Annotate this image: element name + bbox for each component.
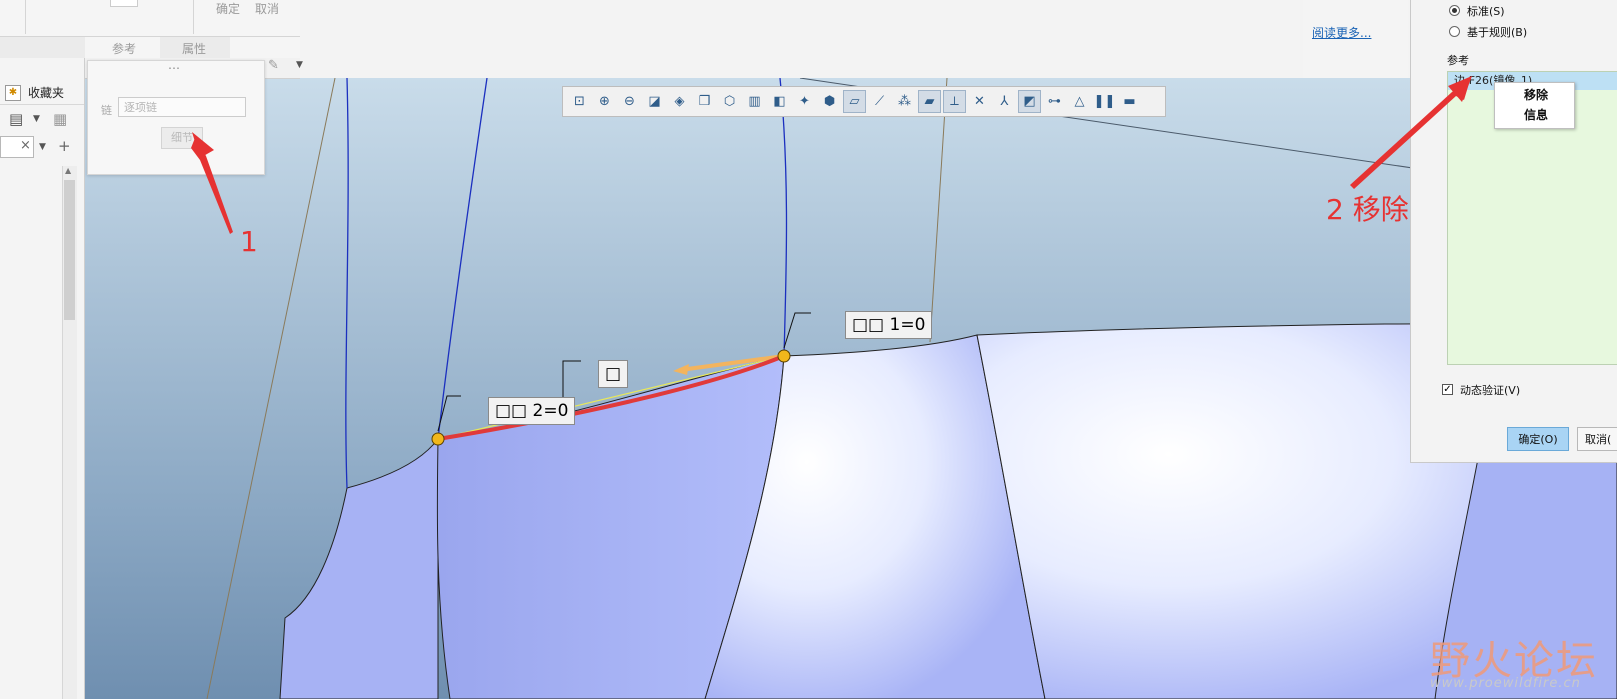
tree-list-icon[interactable]: ▤: [9, 110, 23, 128]
ribbon-cancel-button[interactable]: 取消: [255, 0, 279, 17]
axis-display-icon[interactable]: ⟋: [868, 90, 891, 113]
endpoint-1: [777, 349, 791, 363]
tree-scrollbar[interactable]: ▲: [62, 166, 77, 699]
refs-header: 参考: [1447, 54, 1469, 67]
read-more-link[interactable]: 阅读更多...: [1312, 24, 1371, 41]
refit-icon[interactable]: ⊡: [568, 90, 591, 113]
clear-icon[interactable]: ×: [20, 138, 31, 153]
annotation-display-icon[interactable]: ⬢: [818, 90, 841, 113]
ribbon: 确定 取消 参考 属性: [0, 0, 300, 59]
more-arrow-icon[interactable]: ▼: [296, 60, 303, 70]
favorites-label[interactable]: 收藏夹: [28, 84, 64, 101]
ribbon-ok-button[interactable]: 确定: [216, 0, 240, 17]
cancel-button[interactable]: 取消(: [1577, 427, 1617, 451]
add-icon[interactable]: +: [58, 137, 71, 155]
edit-icon[interactable]: ✎: [268, 58, 279, 73]
endpoint-1-label[interactable]: □□ 1=0: [845, 311, 933, 339]
edge-curve: [345, 78, 349, 489]
details-button[interactable]: 细节: [161, 127, 203, 149]
chain-label: 链: [101, 104, 112, 117]
model-geometry[interactable]: [85, 78, 1617, 699]
direction-label[interactable]: □: [598, 360, 629, 388]
render-icon[interactable]: △: [1068, 90, 1091, 113]
tree-dropdown-icon[interactable]: ▼: [33, 114, 40, 124]
popup-grip[interactable]: ⋯: [168, 61, 181, 75]
edge-curve: [437, 78, 488, 440]
dynamic-verify-label: 动态验证(V): [1460, 384, 1521, 397]
filter-input[interactable]: ×: [0, 136, 34, 158]
view-toolbar: ⊡ ⊕ ⊖ ◪ ◈ ❒ ⬡ ▥ ◧ ✦ ⬢ ▱ ⟋ ⁂ ▰ ⟂ ✕ ⅄ ◩ ⊶ …: [562, 86, 1166, 117]
csys-tag-icon[interactable]: ◩: [1018, 90, 1041, 113]
endpoint-2-label[interactable]: □□ 2=0: [488, 397, 576, 425]
chain-popup: ⋯ 链 逐项链 细节: [87, 60, 265, 175]
radio-standard-label: 标准(S): [1467, 5, 1505, 18]
zoom-out-icon[interactable]: ⊖: [618, 90, 641, 113]
view-manager-icon[interactable]: ⬡: [718, 90, 741, 113]
sketch-icon[interactable]: ⊶: [1043, 90, 1066, 113]
ok-button[interactable]: 确定(O): [1507, 427, 1569, 451]
left-panel: ✱ 收藏夹 ▤ ▼ ▦ × ▼ + ▲: [0, 58, 85, 699]
watermark-url: www.proewildfire.cn: [1430, 676, 1581, 691]
tab-properties[interactable]: 属性: [182, 40, 206, 57]
graphics-viewport[interactable]: [85, 78, 1617, 699]
pause-icon[interactable]: ❚❚: [1093, 90, 1116, 113]
scrollbar-thumb[interactable]: [64, 180, 75, 320]
dynamic-verify-checkbox[interactable]: ✓: [1442, 384, 1453, 395]
surface-left: [279, 437, 439, 699]
section-icon[interactable]: ▥: [743, 90, 766, 113]
datum-curve: [929, 78, 948, 343]
axis-tag-icon[interactable]: ⟂: [943, 90, 966, 113]
plane-tag-icon[interactable]: ▰: [918, 90, 941, 113]
edge-curve: [779, 78, 788, 357]
saved-orientations-icon[interactable]: ❒: [693, 90, 716, 113]
annotation-step-1: 1: [240, 225, 258, 258]
filter-dropdown-icon[interactable]: ▼: [39, 142, 46, 152]
direction-arrowhead: [673, 364, 689, 375]
zoom-in-icon[interactable]: ⊕: [593, 90, 616, 113]
radio-rule-based[interactable]: [1449, 26, 1460, 37]
point-tag-icon[interactable]: ✕: [968, 90, 991, 113]
endpoint-2: [431, 432, 445, 446]
spin-center-icon[interactable]: ✦: [793, 90, 816, 113]
plane-display-icon[interactable]: ▱: [843, 90, 866, 113]
favorites-icon: ✱: [5, 85, 21, 101]
chain-dialog: 标准(S) 基于规则(B) 参考 边:F26(镜像_1) ✓ 动态验证(V): [1410, 0, 1617, 463]
tab-references[interactable]: 参考: [112, 40, 136, 57]
perspective-icon[interactable]: ◧: [768, 90, 791, 113]
radio-rule-based-label: 基于规则(B): [1467, 26, 1528, 39]
ribbon-control[interactable]: [110, 0, 138, 7]
csys-display-icon[interactable]: ⅄: [993, 90, 1016, 113]
context-menu: 移除 信息: [1494, 82, 1575, 129]
chain-type-field[interactable]: 逐项链: [118, 97, 246, 117]
tree-settings-icon[interactable]: ▦: [53, 110, 67, 128]
repaint-icon[interactable]: ◪: [643, 90, 666, 113]
context-menu-info[interactable]: 信息: [1524, 106, 1548, 123]
point-display-icon[interactable]: ⁂: [893, 90, 916, 113]
context-menu-remove[interactable]: 移除: [1524, 86, 1548, 103]
annotation-step-2: 2 移除: [1326, 193, 1409, 226]
radio-standard[interactable]: [1449, 5, 1460, 16]
display-style-icon[interactable]: ◈: [668, 90, 691, 113]
screen-icon[interactable]: ▬: [1118, 90, 1141, 113]
